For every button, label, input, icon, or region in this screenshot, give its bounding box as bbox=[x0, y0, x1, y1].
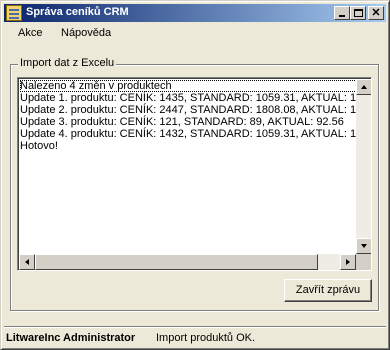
log-line: Update 1. produktu: CENÍK: 1435, STANDAR… bbox=[20, 92, 357, 104]
maximize-icon bbox=[354, 9, 363, 17]
menu-bar: Akce Nápověda bbox=[4, 24, 386, 43]
log-line: Update 4. produktu: CENÍK: 1432, STANDAR… bbox=[20, 128, 357, 140]
arrow-left-icon bbox=[25, 259, 29, 265]
arrow-down-icon bbox=[361, 244, 367, 248]
status-bar: LitwareInc Administrator Import produktů… bbox=[4, 326, 386, 346]
import-log-text[interactable]: Nalezeno 4 změn v produktech Update 1. p… bbox=[20, 80, 357, 253]
log-line: Update 3. produktu: CENÍK: 121, STANDARD… bbox=[20, 116, 344, 128]
log-line: Hotovo! bbox=[20, 140, 58, 152]
close-icon: ✕ bbox=[371, 7, 381, 19]
maximize-button[interactable] bbox=[350, 6, 366, 20]
log-line: Nalezeno 4 změn v produktech bbox=[20, 80, 357, 92]
close-message-button[interactable]: Zavřít zprávu bbox=[284, 279, 372, 302]
import-log-textbox[interactable]: Nalezeno 4 změn v produktech Update 1. p… bbox=[17, 77, 372, 271]
arrow-up-icon bbox=[361, 85, 367, 89]
close-window-button[interactable]: ✕ bbox=[368, 6, 384, 20]
title-bar[interactable]: Správa ceníků CRM ✕ bbox=[4, 4, 386, 22]
scroll-right-button[interactable] bbox=[340, 254, 356, 270]
arrow-right-icon bbox=[346, 259, 350, 265]
scroll-down-button[interactable] bbox=[356, 238, 371, 254]
status-user: LitwareInc Administrator bbox=[6, 332, 136, 344]
scroll-left-button[interactable] bbox=[19, 254, 35, 270]
menu-napoveda[interactable]: Nápověda bbox=[61, 27, 111, 39]
minimize-icon bbox=[339, 15, 345, 17]
vertical-scrollbar[interactable] bbox=[356, 79, 371, 254]
minimize-button[interactable] bbox=[334, 6, 350, 20]
status-message: Import produktů OK. bbox=[156, 332, 256, 344]
horizontal-scroll-thumb[interactable] bbox=[35, 254, 318, 270]
app-icon bbox=[6, 5, 22, 21]
main-window: Správa ceníků CRM ✕ Akce Nápověda Import… bbox=[0, 0, 390, 350]
horizontal-scrollbar[interactable] bbox=[19, 254, 356, 270]
import-group-label: Import dat z Excelu bbox=[18, 57, 117, 69]
menu-akce[interactable]: Akce bbox=[18, 27, 42, 39]
scroll-up-button[interactable] bbox=[356, 79, 371, 95]
log-line: Update 2. produktu: CENÍK: 2447, STANDAR… bbox=[20, 104, 357, 116]
scrollbar-corner bbox=[356, 254, 371, 270]
window-title: Správa ceníků CRM bbox=[26, 6, 129, 18]
